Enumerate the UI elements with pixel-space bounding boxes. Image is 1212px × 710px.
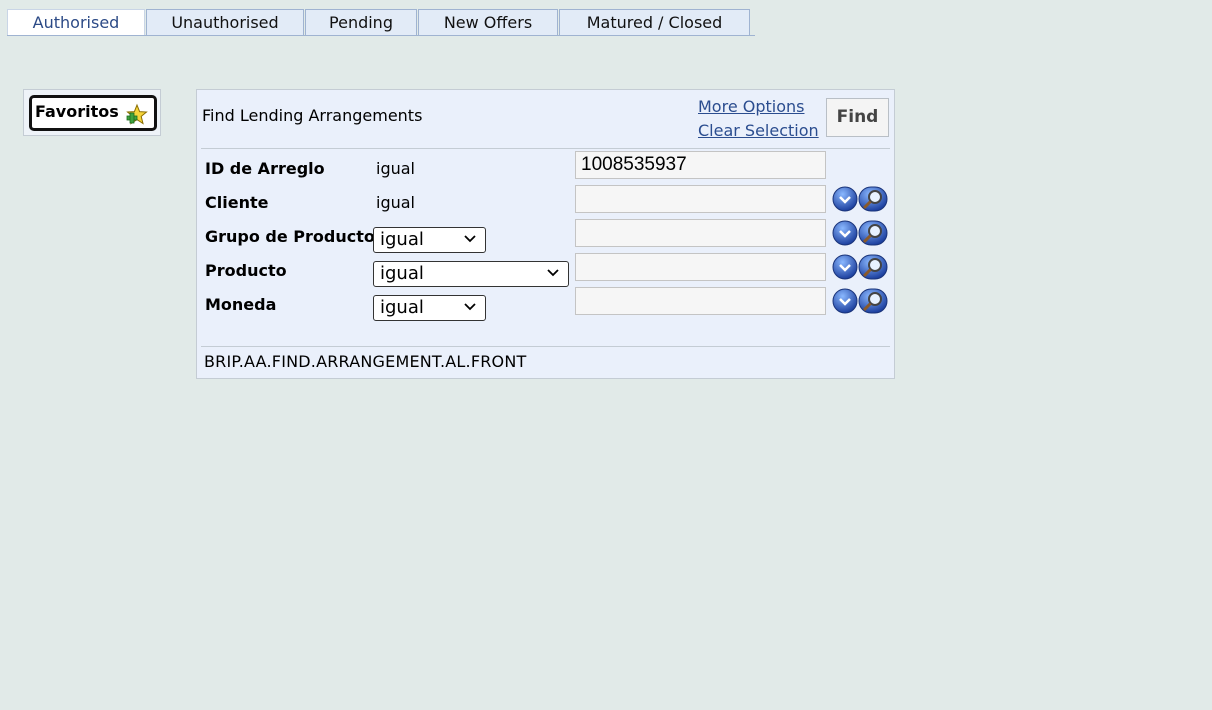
dropdown-circle-icon[interactable] — [832, 186, 858, 212]
grupo-producto-input[interactable] — [575, 219, 826, 247]
tab-pending[interactable]: Pending — [305, 9, 417, 35]
id-arreglo-input[interactable]: 1008535937 — [575, 151, 826, 179]
operator-select[interactable]: igual — [373, 295, 486, 321]
magnifier-icon[interactable] — [858, 220, 888, 246]
dropdown-circle-icon[interactable] — [832, 288, 858, 314]
magnifier-icon[interactable] — [858, 288, 888, 314]
panel-links: More Options Clear Selection — [698, 95, 819, 143]
clear-selection-link[interactable]: Clear Selection — [698, 119, 819, 143]
favorites-label: Favoritos — [35, 102, 119, 121]
chevron-down-icon — [464, 303, 476, 311]
cliente-input[interactable] — [575, 185, 826, 213]
star-add-icon — [126, 103, 148, 125]
dropdown-circle-icon[interactable] — [832, 220, 858, 246]
operator-select[interactable]: igual — [373, 261, 569, 287]
operator-select-value: igual — [380, 263, 424, 284]
field-label: Moneda — [205, 295, 277, 314]
find-panel: Find Lending Arrangements More Options C… — [196, 89, 895, 379]
operator-select-value: igual — [380, 229, 424, 250]
field-label: Grupo de Producto — [205, 227, 375, 246]
dropdown-circle-icon[interactable] — [832, 254, 858, 280]
tab-new-offers[interactable]: New Offers — [418, 9, 558, 35]
field-label: Cliente — [205, 193, 269, 212]
field-label: ID de Arreglo — [205, 159, 325, 178]
find-button[interactable]: Find — [826, 98, 889, 137]
enquiry-name: BRIP.AA.FIND.ARRANGEMENT.AL.FRONT — [204, 352, 527, 371]
panel-title: Find Lending Arrangements — [202, 106, 423, 125]
field-row-moneda: Moneda igual — [197, 287, 894, 326]
magnifier-icon[interactable] — [858, 186, 888, 212]
operator-text: igual — [376, 159, 415, 178]
tab-authorised[interactable]: Authorised — [7, 9, 145, 35]
operator-select-value: igual — [380, 297, 424, 318]
magnifier-icon[interactable] — [858, 254, 888, 280]
tab-unauthorised[interactable]: Unauthorised — [146, 9, 304, 35]
field-label: Producto — [205, 261, 287, 280]
favorites-container: Favoritos — [23, 89, 161, 136]
divider — [201, 346, 890, 347]
operator-text: igual — [376, 193, 415, 212]
moneda-input[interactable] — [575, 287, 826, 315]
chevron-down-icon — [464, 235, 476, 243]
favorites-button[interactable]: Favoritos — [29, 95, 157, 131]
tab-matured-closed[interactable]: Matured / Closed — [559, 9, 750, 35]
divider — [201, 148, 890, 149]
producto-input[interactable] — [575, 253, 826, 281]
more-options-link[interactable]: More Options — [698, 95, 819, 119]
operator-select[interactable]: igual — [373, 227, 486, 253]
tab-bar: Authorised Unauthorised Pending New Offe… — [7, 9, 755, 36]
chevron-down-icon — [547, 269, 559, 277]
